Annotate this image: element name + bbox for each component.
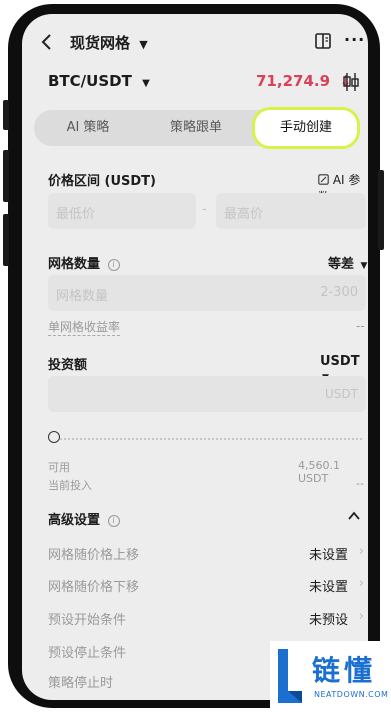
caret-down-icon: ▼ bbox=[139, 38, 148, 51]
info-icon[interactable]: i bbox=[107, 259, 120, 271]
caret-down-icon: ▼ bbox=[142, 78, 150, 89]
grid-yield-value: -- bbox=[356, 319, 365, 333]
adv-row-value: 未设置 bbox=[308, 548, 348, 563]
watermark-logo: 链懂 NEATDOWN.COM bbox=[270, 641, 391, 712]
grid-mode-value: 等差 bbox=[328, 257, 355, 272]
investment-amount-input[interactable]: USDT bbox=[48, 376, 366, 412]
page-title: 现货网格 bbox=[70, 34, 131, 52]
header-title-dropdown[interactable]: 现货网格 ▼ bbox=[70, 32, 148, 53]
pair-selector[interactable]: BTC/USDT ▼ bbox=[48, 72, 150, 90]
chevron-right-icon: › bbox=[358, 609, 364, 624]
adv-row-value: 未预设 bbox=[308, 613, 348, 628]
range-separator: - bbox=[202, 202, 207, 217]
investment-currency: USDT bbox=[320, 354, 360, 369]
chevron-up-icon[interactable] bbox=[348, 511, 360, 521]
adv-row-label: 网格随价格下移 bbox=[48, 580, 140, 595]
grid-mode-dropdown[interactable]: 等差 ▼ bbox=[328, 253, 367, 272]
candlestick-chart-icon[interactable] bbox=[342, 72, 360, 92]
tab-copy-strategy[interactable]: 策略跟单 bbox=[142, 110, 250, 146]
book-icon[interactable] bbox=[314, 32, 332, 50]
min-price-input[interactable]: 最低价 bbox=[48, 193, 196, 229]
tab-manual-create[interactable]: 手动创建 bbox=[252, 107, 360, 149]
logo-site: NEATDOWN.COM bbox=[314, 690, 389, 699]
investment-label: 投资额 bbox=[48, 358, 88, 373]
adv-row-label: 预设停止条件 bbox=[48, 646, 127, 661]
phone-volume-down bbox=[3, 214, 9, 266]
adv-row-value: 未设置 bbox=[308, 580, 348, 595]
current-invest-value: -- bbox=[356, 477, 364, 490]
strategy-tabs: AI 策略 策略跟单 手动创建 bbox=[34, 107, 360, 149]
chevron-right-icon: › bbox=[358, 576, 364, 591]
investment-unit: USDT bbox=[325, 387, 358, 401]
grid-yield-label[interactable]: 单网格收益率 bbox=[48, 318, 121, 336]
grid-count-placeholder: 网格数量 bbox=[56, 289, 109, 304]
price-range-label: 价格区间 (USDT) bbox=[48, 174, 156, 189]
phone-volume-up bbox=[3, 150, 9, 202]
investment-slider-handle[interactable] bbox=[48, 431, 60, 443]
investment-slider-track[interactable] bbox=[52, 438, 362, 440]
grid-count-range-hint: 2-300 bbox=[320, 285, 358, 300]
edit-icon bbox=[318, 174, 329, 185]
adv-row-start-condition[interactable]: 预设开始条件 未预设 › bbox=[48, 607, 366, 629]
phone-side-button bbox=[3, 100, 9, 130]
more-menu-icon[interactable]: ··· bbox=[344, 30, 365, 49]
phone-power-button bbox=[378, 170, 384, 250]
caret-down-icon: ▼ bbox=[360, 261, 368, 271]
min-price-placeholder: 最低价 bbox=[56, 207, 96, 222]
price-value: 71,274.9 bbox=[256, 72, 331, 90]
chevron-right-icon: › bbox=[358, 544, 364, 559]
advanced-settings-toggle[interactable]: 高级设置 i bbox=[48, 509, 120, 528]
tab-ai-strategy[interactable]: AI 策略 bbox=[34, 110, 142, 146]
adv-row-label: 网格随价格上移 bbox=[48, 548, 140, 563]
available-label: 可用 bbox=[48, 461, 70, 474]
last-price: 71,274.9 ↓ bbox=[256, 72, 352, 90]
logo-brand: 链懂 bbox=[312, 654, 377, 687]
grid-count-label-wrap: 网格数量 i bbox=[48, 253, 120, 272]
info-icon[interactable]: i bbox=[107, 515, 120, 527]
max-price-placeholder: 最高价 bbox=[224, 207, 264, 222]
adv-row-move-up[interactable]: 网格随价格上移 未设置 › bbox=[48, 542, 366, 564]
current-invest-label: 当前投入 bbox=[48, 479, 92, 492]
adv-row-label: 预设开始条件 bbox=[48, 613, 127, 628]
logo-l-mark-icon bbox=[278, 649, 302, 703]
max-price-input[interactable]: 最高价 bbox=[216, 193, 366, 229]
adv-row-label: 策略停止时 bbox=[48, 676, 114, 691]
advanced-label: 高级设置 bbox=[48, 513, 101, 528]
adv-row-move-down[interactable]: 网格随价格下移 未设置 › bbox=[48, 574, 366, 596]
grid-count-input[interactable]: 网格数量 2-300 bbox=[48, 275, 366, 311]
pair-symbol: BTC/USDT bbox=[48, 72, 132, 90]
app-screen: 现货网格 ▼ ··· BTC/USDT ▼ 71,274.9 ↓ AI 策略 策… bbox=[22, 14, 368, 700]
chevron-left-icon bbox=[41, 34, 51, 50]
grid-count-label: 网格数量 bbox=[48, 257, 101, 272]
